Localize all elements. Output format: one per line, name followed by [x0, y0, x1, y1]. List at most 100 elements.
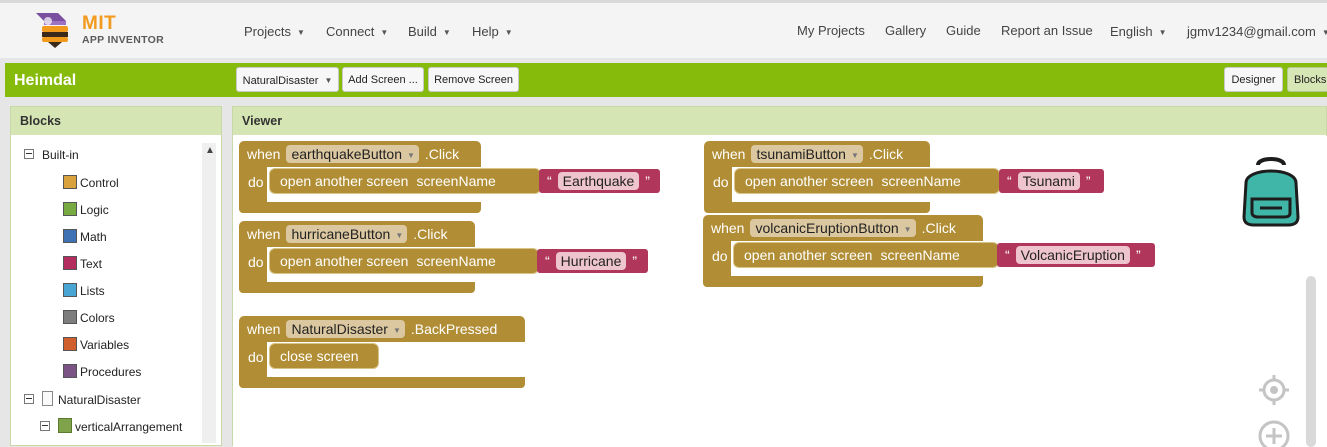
component-dropdown[interactable]: earthquakeButton ▼: [286, 145, 419, 163]
category-procedures[interactable]: Procedures: [63, 364, 141, 379]
block-footer: [239, 202, 481, 213]
open-screen-block[interactable]: open another screen screenName: [269, 248, 539, 274]
event-header: when volcanicEruptionButton ▼ .Click: [703, 215, 983, 241]
open-screen-block[interactable]: open another screen screenName: [733, 242, 999, 268]
category-colors[interactable]: Colors: [63, 310, 115, 325]
event-header: when earthquakeButton ▼ .Click: [239, 141, 481, 167]
blocks-button[interactable]: Blocks: [1287, 67, 1327, 92]
text-value[interactable]: Hurricane: [555, 252, 627, 270]
blocks-tree-scrollbar[interactable]: ▲: [202, 143, 216, 443]
project-toolbar: Heimdal NaturalDisaster ▼ Add Screen ... …: [5, 63, 1327, 97]
tree-screen-label: NaturalDisaster: [58, 393, 141, 407]
tree-builtin[interactable]: Built-in: [24, 148, 79, 162]
category-math-label: Math: [80, 230, 107, 244]
text-string-block[interactable]: “ VolcanicEruption ”: [997, 243, 1155, 267]
link-my-projects[interactable]: My Projects: [797, 23, 865, 38]
logic-color-swatch-icon: [63, 202, 77, 216]
dropdown-triangle-icon: ▼: [407, 151, 415, 160]
category-math[interactable]: Math: [63, 229, 107, 244]
procedures-color-swatch-icon: [63, 364, 77, 378]
close-screen-block[interactable]: close screen: [269, 343, 379, 369]
when-keyword: when: [247, 226, 281, 242]
screen-name-param: screenName: [881, 173, 961, 189]
event-header: when hurricaneButton ▼ .Click: [239, 221, 475, 247]
backpack-icon[interactable]: [1236, 155, 1306, 227]
do-keyword: do: [248, 254, 264, 270]
menu-projects-label: Projects: [244, 24, 291, 39]
component-name: volcanicEruptionButton: [755, 220, 899, 236]
category-lists-label: Lists: [80, 284, 105, 298]
category-lists[interactable]: Lists: [63, 283, 105, 298]
collapse-icon[interactable]: [24, 149, 34, 159]
account-email: jgmv1234@gmail.com: [1187, 24, 1316, 39]
do-keyword: do: [248, 174, 264, 190]
screen-select-value: NaturalDisaster: [242, 75, 319, 87]
component-name: NaturalDisaster: [291, 321, 388, 337]
menu-help[interactable]: Help ▼: [472, 24, 513, 39]
add-screen-button[interactable]: Add Screen ...: [342, 67, 424, 92]
caret-down-icon: ▼: [1321, 28, 1327, 37]
quote-open: “: [547, 173, 552, 189]
category-colors-label: Colors: [80, 311, 115, 325]
menu-projects[interactable]: Projects ▼: [244, 24, 305, 39]
app-inventor-logo[interactable]: MIT APP INVENTOR: [32, 11, 172, 51]
screen-select-dropdown[interactable]: NaturalDisaster ▼: [236, 67, 339, 92]
zoom-in-icon[interactable]: [1257, 419, 1291, 447]
text-value[interactable]: Earthquake: [557, 172, 640, 190]
workspace-scrollbar[interactable]: [1306, 276, 1316, 447]
open-screen-block[interactable]: open another screen screenName: [734, 168, 1000, 194]
screen-name-param: screenName: [880, 247, 960, 263]
category-logic[interactable]: Logic: [63, 202, 109, 217]
tree-screen-node[interactable]: NaturalDisaster: [24, 391, 141, 407]
block-footer: [239, 282, 475, 293]
caret-down-icon: ▼: [380, 28, 389, 37]
component-dropdown[interactable]: tsunamiButton ▼: [751, 145, 863, 163]
text-string-block[interactable]: “ Hurricane ”: [537, 249, 648, 273]
recenter-icon[interactable]: [1257, 373, 1291, 407]
block-footer: [704, 202, 930, 213]
caret-down-icon: ▼: [442, 28, 451, 37]
category-variables[interactable]: Variables: [63, 337, 129, 352]
event-header: when NaturalDisaster ▼ .BackPressed: [239, 316, 525, 342]
designer-button[interactable]: Designer: [1224, 67, 1283, 92]
category-control[interactable]: Control: [63, 175, 119, 190]
blocks-workspace[interactable]: when earthquakeButton ▼ .Click do open an…: [233, 136, 1327, 447]
link-gallery[interactable]: Gallery: [885, 23, 926, 38]
link-guide[interactable]: Guide: [946, 23, 981, 38]
vertical-arrangement-icon: [58, 418, 72, 433]
screen-component-icon: [42, 391, 53, 406]
open-screen-label: open another screen: [280, 173, 409, 189]
scroll-up-icon[interactable]: ▲: [205, 145, 215, 156]
text-string-block[interactable]: “ Tsunami ”: [999, 169, 1104, 193]
language-menu[interactable]: English ▼: [1110, 24, 1167, 39]
collapse-icon[interactable]: [40, 421, 50, 431]
category-variables-label: Variables: [80, 338, 130, 352]
control-color-swatch-icon: [63, 175, 77, 189]
block-footer: [703, 276, 983, 287]
logo-subtitle: APP INVENTOR: [82, 34, 164, 46]
math-color-swatch-icon: [63, 229, 77, 243]
link-report-issue[interactable]: Report an Issue: [1001, 23, 1093, 38]
block-footer: [239, 377, 525, 388]
account-menu[interactable]: jgmv1234@gmail.com ▼: [1187, 24, 1327, 39]
quote-open: “: [1007, 173, 1012, 189]
collapse-icon[interactable]: [24, 394, 34, 404]
bee-logo-icon: [36, 13, 68, 48]
dropdown-triangle-icon: ▼: [395, 231, 404, 240]
menu-connect[interactable]: Connect ▼: [326, 24, 388, 39]
component-dropdown[interactable]: hurricaneButton ▼: [286, 225, 408, 243]
component-dropdown[interactable]: volcanicEruptionButton ▼: [750, 219, 916, 237]
text-value[interactable]: VolcanicEruption: [1015, 246, 1130, 264]
category-text[interactable]: Text: [63, 256, 102, 271]
event-name: .BackPressed: [410, 321, 498, 337]
when-keyword: when: [247, 321, 281, 337]
open-screen-label: open another screen: [745, 173, 874, 189]
remove-screen-button[interactable]: Remove Screen: [428, 67, 519, 92]
caret-down-icon: ▼: [296, 28, 305, 37]
text-string-block[interactable]: “ Earthquake ”: [539, 169, 660, 193]
text-value[interactable]: Tsunami: [1017, 172, 1080, 190]
tree-vertical-arrangement[interactable]: verticalArrangement: [40, 418, 182, 434]
menu-build[interactable]: Build ▼: [408, 24, 451, 39]
component-dropdown[interactable]: NaturalDisaster ▼: [286, 320, 405, 338]
open-screen-block[interactable]: open another screen screenName: [269, 168, 541, 194]
